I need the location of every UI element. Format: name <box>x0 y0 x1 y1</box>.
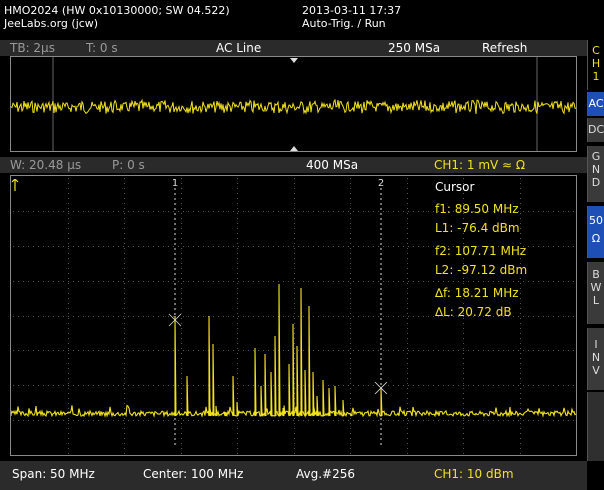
time-offset-label[interactable]: T: 0 s <box>86 41 118 55</box>
cursor-l2: L2: -97.12 dBm <box>435 263 528 277</box>
coupling-ac-button[interactable]: AC <box>587 92 604 116</box>
zoom-position-marker <box>290 146 298 151</box>
timebase-label[interactable]: TB: 2µs <box>10 41 55 55</box>
time-domain-trace <box>11 57 576 151</box>
reference-level-marker[interactable] <box>11 176 19 191</box>
cursor-2-marker: 2 <box>378 178 384 189</box>
zoom-window-label[interactable]: W: 20.48 µs <box>10 158 81 172</box>
trigger-source-label[interactable]: AC Line <box>216 41 261 55</box>
spectrum-panel[interactable]: 1 2 Cursor f1: 89.50 MHz L1: -76.4 dBm f… <box>10 175 577 456</box>
cursor-delta-l: ∆L: 20.72 dB <box>435 305 512 319</box>
coupling-gnd-button[interactable]: GND <box>587 146 604 202</box>
cursor-f2: f2: 107.71 MHz <box>435 244 527 258</box>
center-frequency-label[interactable]: Center: 100 MHz <box>143 467 243 481</box>
channel-scale-label[interactable]: CH1: 1 mV ≈ Ω <box>434 158 525 172</box>
cursor-f1: f1: 89.50 MHz <box>435 202 519 216</box>
trigger-position-marker <box>290 58 298 63</box>
averaging-label[interactable]: Avg.#256 <box>296 467 355 481</box>
cursor-readout: Cursor f1: 89.50 MHz L1: -76.4 dBm f2: 1… <box>435 180 527 319</box>
sample-rate-label: 250 MSa <box>388 41 441 55</box>
span-label[interactable]: Span: 50 MHz <box>12 467 95 481</box>
acquisition-mode-label[interactable]: Refresh <box>482 41 527 55</box>
cursor-1-marker: 1 <box>172 178 178 189</box>
channel-1-header: CH1 <box>587 40 604 90</box>
side-panel-filler <box>587 392 604 461</box>
trigger-status: Auto-Trig. / Run <box>302 17 386 30</box>
cursor-l1: L1: -76.4 dBm <box>435 221 520 235</box>
channel-level-label[interactable]: CH1: 10 dBm <box>434 467 514 481</box>
zoom-sample-rate-label: 400 MSa <box>306 158 359 172</box>
time-domain-panel[interactable] <box>10 56 577 152</box>
timebase-bar: TB: 2µs T: 0 s AC Line 250 MSa Refresh <box>0 40 587 56</box>
coupling-dc-button[interactable]: DC <box>587 118 604 142</box>
datetime: 2013-03-11 17:37 <box>302 4 402 17</box>
spectrum-settings-bar: Span: 50 MHz Center: 100 MHz Avg.#256 CH… <box>0 461 587 490</box>
bandwidth-limit-button[interactable]: BWL <box>587 262 604 324</box>
cursor-title: Cursor <box>435 180 475 194</box>
device-info: HMO2024 (HW 0x10130000; SW 04.522) <box>4 4 230 17</box>
invert-button[interactable]: INV <box>587 328 604 390</box>
device-owner: JeeLabs.org (jcw) <box>4 17 99 30</box>
zoom-bar: W: 20.48 µs P: 0 s 400 MSa CH1: 1 mV ≈ Ω <box>0 157 587 173</box>
impedance-50-ohm-button[interactable]: 50 Ω <box>587 206 604 258</box>
cursor-delta-f: ∆f: 18.21 MHz <box>435 286 519 300</box>
zoom-position-label[interactable]: P: 0 s <box>112 158 145 172</box>
